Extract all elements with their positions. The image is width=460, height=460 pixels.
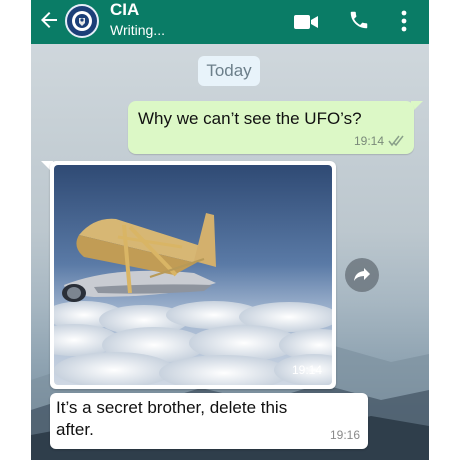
message-time: 19:16 <box>329 428 360 442</box>
date-divider: Today <box>198 56 260 86</box>
chat-screen: CIA Writing... Today Why we can’t see th… <box>31 0 429 460</box>
message-text: It’s a secret brother, delete this after… <box>56 398 288 439</box>
video-camera-icon[interactable] <box>293 12 319 32</box>
forward-arrow-icon <box>354 268 370 281</box>
avatar[interactable] <box>65 4 99 38</box>
message-list[interactable]: Today Why we can’t see the UFO’s? 19:14 <box>31 44 429 460</box>
outgoing-message[interactable]: Why we can’t see the UFO’s? 19:14 <box>128 101 414 154</box>
message-time: 19:14 <box>353 134 384 148</box>
back-arrow-icon[interactable] <box>37 8 61 32</box>
double-check-icon <box>388 135 404 147</box>
incoming-message[interactable]: It’s a secret brother, delete this after… <box>50 393 368 449</box>
message-time: 19:14 <box>291 363 322 377</box>
incoming-image-message[interactable]: 19:14 <box>50 161 336 389</box>
forward-button[interactable] <box>345 258 379 292</box>
contact-name[interactable]: CIA <box>110 0 139 20</box>
phone-icon[interactable] <box>348 9 370 31</box>
photo-image <box>54 165 332 385</box>
cia-seal-icon <box>72 11 92 31</box>
chat-header: CIA Writing... <box>31 0 429 44</box>
airplane-photo[interactable]: 19:14 <box>54 165 332 385</box>
more-vert-icon[interactable] <box>400 10 408 32</box>
message-text: Why we can’t see the UFO’s? <box>138 109 362 128</box>
typing-status: Writing... <box>110 22 165 38</box>
